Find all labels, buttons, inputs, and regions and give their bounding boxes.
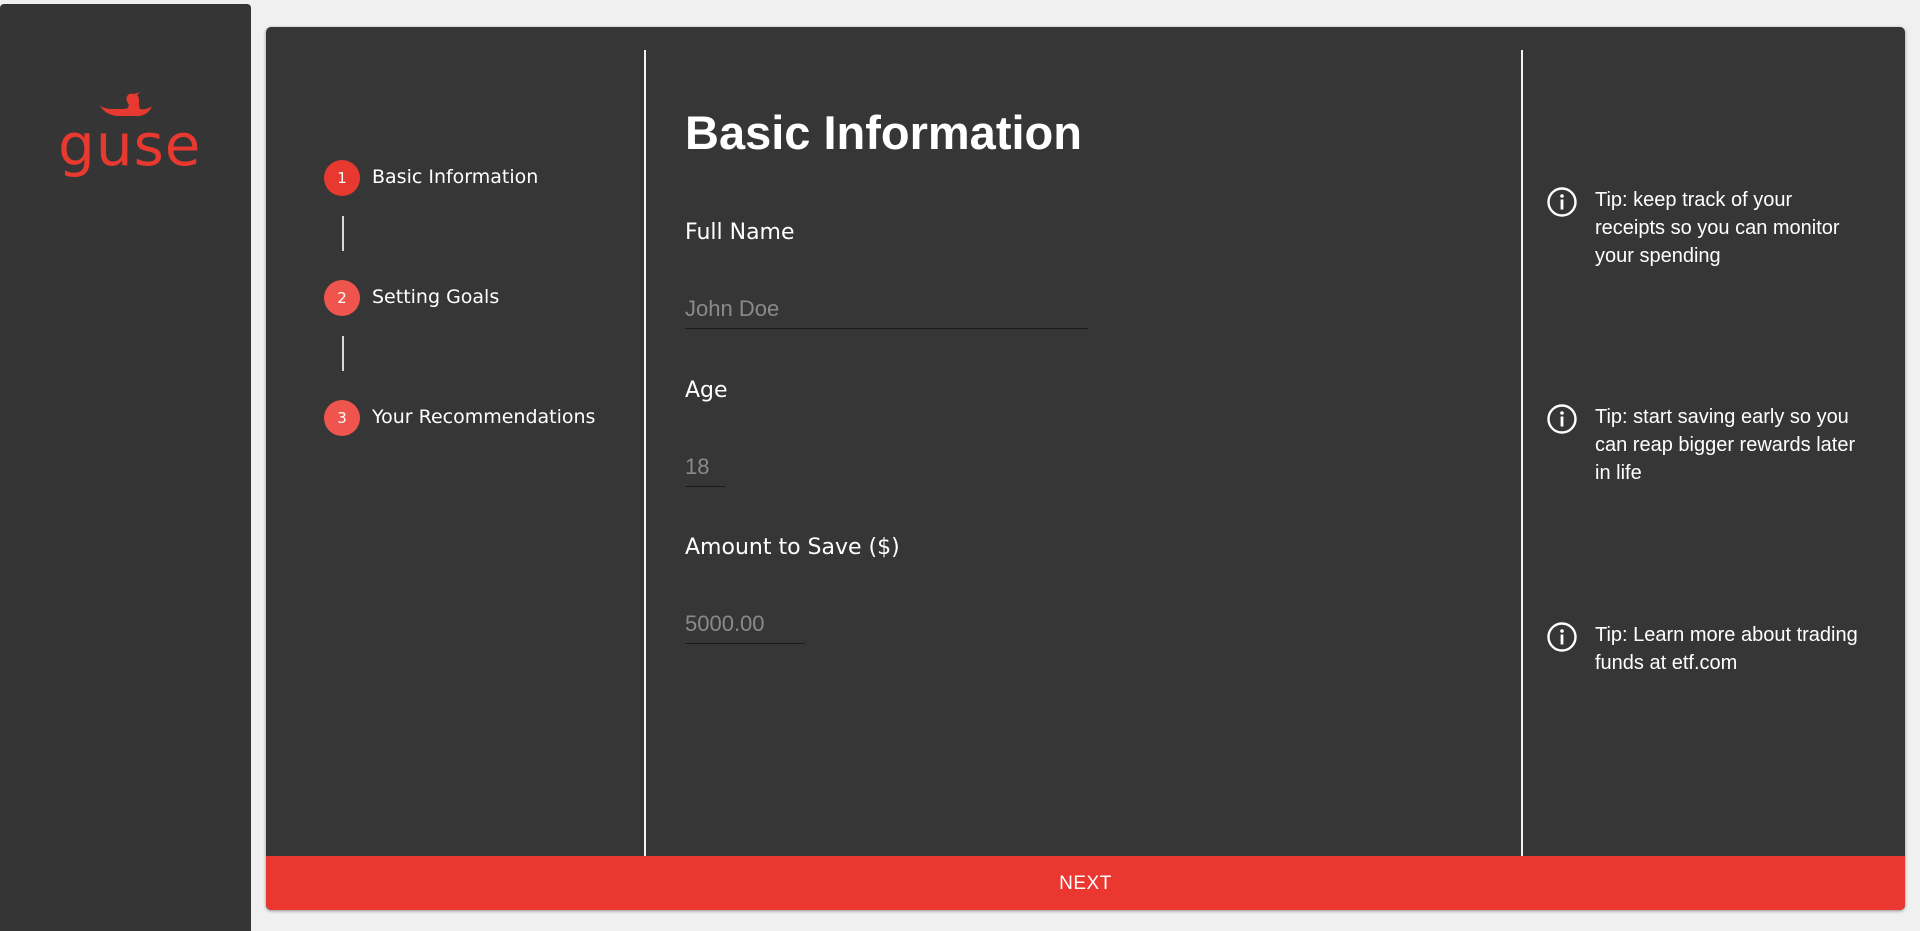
logo-text: guse [58,111,202,179]
tip-text: Tip: keep track of your receipts so you … [1595,189,1840,267]
info-icon [1547,404,1577,434]
full-name-input[interactable] [685,290,1088,329]
sidebar: guse [0,4,251,931]
step-number-badge: 3 [324,400,360,436]
step-connector [342,216,344,251]
right-divider [1521,50,1523,856]
amount-to-save-label: Amount to Save ($) [685,535,900,560]
tip-text: Tip: start saving early so you can reap … [1595,406,1856,484]
guse-logo[interactable]: guse [58,92,202,192]
step-label: Basic Information [372,166,539,188]
amount-to-save-input[interactable] [685,605,805,644]
tip-text: Tip: Learn more about trading funds at e… [1595,624,1858,674]
left-divider [644,50,646,856]
onboarding-card: 1 Basic Information 2 Setting Goals 3 Yo… [266,27,1905,910]
age-input[interactable] [685,448,725,487]
full-name-label: Full Name [685,220,795,245]
next-button[interactable]: NEXT [266,856,1905,910]
step-connector [342,336,344,371]
step-label: Setting Goals [372,286,500,308]
step-label: Your Recommendations [372,406,596,428]
age-label: Age [685,378,728,403]
step-number-badge: 2 [324,280,360,316]
info-icon [1547,187,1577,217]
step-number-badge: 1 [324,160,360,196]
page-title: Basic Information [685,106,1082,159]
info-icon [1547,622,1577,652]
